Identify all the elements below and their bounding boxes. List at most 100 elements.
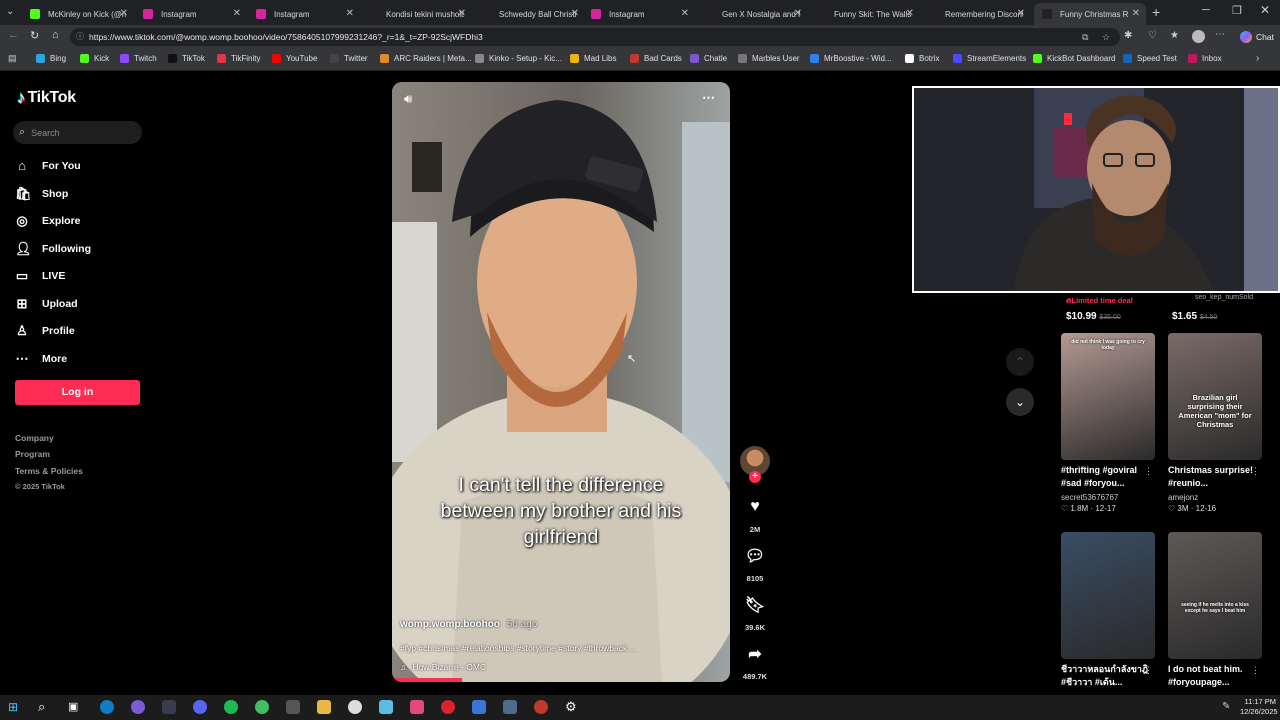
minimize-button[interactable]: ─ — [1202, 4, 1210, 16]
sidebar-item-for-you[interactable]: ⌂ For You — [15, 158, 81, 173]
bookmark-item[interactable]: Bing — [36, 54, 66, 63]
tab-close-icon[interactable]: ✕ — [1017, 8, 1025, 19]
bookmark-item[interactable]: MrBoostive - Wid... — [810, 54, 892, 63]
app-taskbar-icon-10[interactable] — [379, 700, 393, 714]
share-icon[interactable]: ➦ — [740, 639, 770, 669]
browser-tab[interactable]: Kondisi tekini mushola ✕ — [360, 3, 472, 25]
tab-close-icon[interactable]: ✕ — [571, 8, 579, 19]
video-more-options-icon[interactable]: ⋯ — [702, 90, 715, 106]
favorite-star-icon[interactable]: ☆ — [1102, 28, 1110, 46]
browser-essentials-icon[interactable]: ♡ — [1148, 30, 1157, 41]
bookmark-icon[interactable]: 🔖︎ — [740, 590, 770, 620]
shop-item-1-price[interactable]: $10.99 $35.00 — [1066, 311, 1121, 322]
sidebar-item-explore[interactable]: ◎ Explore — [15, 213, 80, 229]
card-options-icon[interactable]: ⋮ — [1144, 466, 1153, 477]
related-video-card[interactable]: ชีวาวาหลอนกำลังขาฎิ #ชีวาวา #เด้น... ⋮ — [1061, 532, 1155, 691]
url-field[interactable]: ⓘ https://www.tiktok.com/@womp.womp.booh… — [70, 28, 1120, 46]
discord-taskbar-icon[interactable] — [193, 700, 207, 714]
tab-search-icon[interactable]: ⌄ — [6, 6, 14, 17]
related-video-thumbnail[interactable]: did not think I was going to cry today — [1061, 333, 1155, 460]
related-video-card[interactable]: Brazilian girl surprising their American… — [1168, 333, 1262, 513]
tab-close-icon[interactable]: ✕ — [794, 8, 802, 19]
close-window-button[interactable]: ✕ — [1260, 3, 1270, 17]
system-clock[interactable]: 11:17 PM 12/26/2025 — [1240, 697, 1278, 717]
collections-icon[interactable]: ▤ — [8, 53, 17, 64]
browser-tab[interactable]: Instagram ✕ — [135, 3, 247, 25]
tray-pen-icon[interactable]: ✎ — [1222, 701, 1230, 712]
save-action[interactable]: 🔖︎ 39.6K — [740, 590, 770, 632]
bookmark-item[interactable]: Speed Test — [1123, 54, 1177, 63]
app-taskbar-icon-14[interactable] — [503, 700, 517, 714]
site-info-icon[interactable]: ⓘ — [76, 28, 84, 46]
app-taskbar-icon-6[interactable] — [255, 700, 269, 714]
new-tab-button[interactable]: + — [1152, 4, 1160, 20]
browser-tab[interactable]: Funny Christmas R ✕ — [1034, 3, 1146, 25]
related-video-thumbnail[interactable]: Brazilian girl surprising their American… — [1168, 333, 1262, 460]
bookmark-item[interactable]: StreamElements — [953, 54, 1026, 63]
sidebar-item-following[interactable]: 👤︎ Following — [15, 241, 91, 257]
comment-icon[interactable]: 💬︎ — [740, 541, 770, 571]
related-video-thumbnail[interactable] — [1061, 532, 1155, 659]
maximize-button[interactable]: ❐ — [1232, 4, 1242, 17]
video-player[interactable]: 🔊︎ ⋯ I can't tell the difference between… — [392, 82, 730, 682]
bookmark-item[interactable]: Inbox — [1188, 54, 1222, 63]
tiktok-logo[interactable]: ♪ TikTok — [17, 88, 76, 108]
bookmark-item[interactable]: Bad Cards — [630, 54, 682, 63]
browser-tab[interactable]: Remembering Discont ✕ — [919, 3, 1031, 25]
mute-toggle-icon[interactable]: 🔊︎ — [404, 91, 412, 107]
tab-close-icon[interactable]: ✕ — [233, 8, 241, 19]
settings-taskbar-icon[interactable]: ⚙ — [565, 699, 577, 715]
related-video-author[interactable]: secret53676767 — [1061, 493, 1155, 502]
bookmark-item[interactable]: Botrix — [905, 54, 939, 63]
bookmark-item[interactable]: TikFinity — [217, 54, 260, 63]
related-video-thumbnail[interactable]: seeing if he melts into a kiss except he… — [1168, 532, 1262, 659]
app-taskbar-icon-7[interactable] — [286, 700, 300, 714]
share-action[interactable]: ➦ 489.7K — [740, 639, 770, 681]
next-video-button[interactable]: ⌄ — [1006, 388, 1034, 416]
card-options-icon[interactable]: ⋮ — [1144, 665, 1153, 676]
card-options-icon[interactable]: ⋮ — [1251, 665, 1260, 676]
video-author[interactable]: womp.womp.boohoo 5d ago — [400, 619, 537, 630]
browser-tab[interactable]: Instagram ✕ — [248, 3, 360, 25]
search-input[interactable]: ⌕ Search — [13, 121, 142, 144]
app-taskbar-icon-2[interactable] — [131, 700, 145, 714]
taskbar-search-icon[interactable]: ⌕ — [38, 699, 45, 715]
app-taskbar-icon-11[interactable] — [410, 700, 424, 714]
tab-close-icon[interactable]: ✕ — [120, 8, 128, 19]
bookmark-item[interactable]: Kick — [80, 54, 109, 63]
video-author-name[interactable]: womp.womp.boohoo — [400, 619, 500, 630]
related-video-card[interactable]: seeing if he melts into a kiss except he… — [1168, 532, 1262, 691]
bookmarks-overflow-icon[interactable]: › — [1256, 53, 1259, 64]
tab-close-icon[interactable]: ✕ — [1132, 8, 1140, 19]
reload-icon[interactable]: ↻ — [30, 29, 39, 42]
back-icon[interactable]: ← — [8, 29, 19, 41]
footer-program-link[interactable]: Program — [15, 449, 50, 459]
app-taskbar-icon-15[interactable] — [534, 700, 548, 714]
settings-menu-icon[interactable]: ⋯ — [1215, 29, 1225, 40]
browser-tab[interactable]: Funny Skit: The Walls H ✕ — [808, 3, 920, 25]
browser-tab[interactable]: Instagram ✕ — [583, 3, 695, 25]
video-progress-bar[interactable] — [392, 678, 462, 682]
like-action[interactable]: ♥ 2M — [740, 492, 770, 534]
creator-avatar[interactable]: + — [740, 446, 770, 483]
spotify-taskbar-icon[interactable] — [224, 700, 238, 714]
tab-close-icon[interactable]: ✕ — [906, 8, 914, 19]
sidebar-item-shop[interactable]: 🛍︎ Shop — [15, 186, 68, 202]
bookmark-item[interactable]: YouTube — [272, 54, 317, 63]
favorites-icon[interactable]: ★ — [1170, 30, 1179, 41]
follow-plus-icon[interactable]: + — [749, 471, 761, 483]
browser-tab[interactable]: Schweddy Ball Christm ✕ — [473, 3, 585, 25]
sidebar-item-more[interactable]: ⋯ More — [15, 351, 68, 367]
app-install-icon[interactable]: ⧉ — [1082, 28, 1088, 46]
start-button-icon[interactable]: ⊞ — [8, 700, 18, 714]
bookmark-item[interactable]: Chatle — [690, 54, 727, 63]
bookmark-item[interactable]: KickBot Dashboard — [1033, 54, 1115, 63]
related-video-card[interactable]: did not think I was going to cry today #t… — [1061, 333, 1155, 513]
browser-tab[interactable]: Gen X Nostalgia and M ✕ — [696, 3, 808, 25]
card-options-icon[interactable]: ⋮ — [1251, 466, 1260, 477]
edge-taskbar-icon[interactable] — [100, 700, 114, 714]
file-explorer-taskbar-icon[interactable] — [317, 700, 331, 714]
related-video-author[interactable]: amejonz — [1168, 493, 1262, 502]
sidebar-item-live[interactable]: ▭ LIVE — [15, 268, 66, 284]
app-taskbar-icon-3[interactable] — [162, 700, 176, 714]
